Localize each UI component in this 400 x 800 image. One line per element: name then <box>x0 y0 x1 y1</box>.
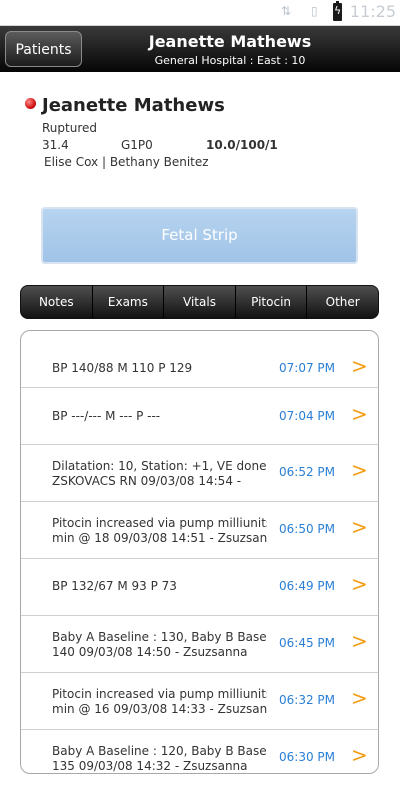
care-providers: Elise Cox | Bethany Benitez <box>44 155 209 169</box>
clock: 11:25 <box>349 2 396 21</box>
patients-back-button[interactable]: Patients <box>5 31 82 67</box>
page-title: Jeanette Mathews <box>148 32 312 51</box>
list-item[interactable]: Baby A Baseline : 120, Baby B Baseline :… <box>21 730 378 773</box>
note-line: Pitocin increased via pump milliunits/ <box>52 687 267 701</box>
chevron-right-icon: > <box>351 743 368 767</box>
note-line: min @ 18 09/03/08 14:51 - Zsuzsanna <box>52 531 267 545</box>
tab-bar: Notes Exams Vitals Pitocin Other <box>20 285 379 319</box>
note-line: BP 140/88 M 110 P 129 <box>52 361 193 375</box>
tab-pitocin[interactable]: Pitocin <box>234 286 307 318</box>
list-item[interactable]: Baby A Baseline : 130, Baby B Baseline :… <box>21 616 378 673</box>
data-transfer-icon: ⇅ <box>281 4 292 18</box>
note-time: 06:45 PM <box>279 636 335 650</box>
chevron-right-icon: > <box>351 572 368 596</box>
page-subtitle: General Hospital : East : 10 <box>154 54 306 67</box>
list-item[interactable]: Pitocin increased via pump milliunits/ m… <box>21 673 378 730</box>
notes-list[interactable]: BP 140/88 M 110 P 129 07:07 PM > BP ---/… <box>20 330 379 774</box>
note-line: ZSKOVACS RN 09/03/08 14:54 - <box>52 474 242 488</box>
tab-exams[interactable]: Exams <box>91 286 164 318</box>
gestational-age: 31.4 <box>42 138 69 152</box>
note-line: Baby A Baseline : 130, Baby B Baseline : <box>52 630 267 644</box>
chevron-right-icon: > <box>351 686 368 710</box>
chevron-right-icon: > <box>351 629 368 653</box>
note-line: BP ---/--- M --- P --- <box>52 409 161 423</box>
list-item[interactable]: BP ---/--- M --- P --- 07:04 PM > <box>21 388 378 445</box>
list-item[interactable]: BP 140/88 M 110 P 129 07:07 PM > <box>21 331 378 388</box>
membrane-status: Ruptured <box>42 121 98 135</box>
note-time: 06:32 PM <box>279 693 335 707</box>
chevron-right-icon: > <box>351 402 368 426</box>
note-time: 06:52 PM <box>279 465 335 479</box>
note-line: BP 132/67 M 93 P 73 <box>52 579 177 593</box>
chevron-right-icon: > <box>351 458 368 482</box>
note-time: 06:50 PM <box>279 522 335 536</box>
battery-icon: ϟ <box>333 1 342 21</box>
note-time: 07:04 PM <box>279 409 335 423</box>
note-time: 06:49 PM <box>279 579 335 593</box>
status-bar: ⇅ ▯ ϟ 11:25 <box>0 0 400 26</box>
tab-notes[interactable]: Notes <box>21 286 92 318</box>
note-time: 07:07 PM <box>279 361 335 375</box>
tab-other[interactable]: Other <box>306 286 378 318</box>
tab-vitals[interactable]: Vitals <box>163 286 235 318</box>
chevron-right-icon: > <box>351 515 368 539</box>
note-line: Pitocin increased via pump milliunits/ <box>52 516 267 530</box>
note-line: min @ 16 09/03/08 14:33 - Zsuzsanna <box>52 702 267 716</box>
note-line: Baby A Baseline : 120, Baby B Baseline : <box>52 744 267 758</box>
status-indicator-icon <box>25 98 36 109</box>
note-line: 140 09/03/08 14:50 - Zsuzsanna <box>52 645 248 659</box>
note-time: 06:30 PM <box>279 750 335 764</box>
chevron-right-icon: > <box>351 354 368 378</box>
note-line: 135 09/03/08 14:32 - Zsuzsanna <box>52 759 248 773</box>
note-line: Dilatation: 10, Station: +1, VE done by: <box>52 459 267 473</box>
list-item[interactable]: Pitocin increased via pump milliunits/ m… <box>21 502 378 559</box>
header-bar: Patients Jeanette Mathews General Hospit… <box>0 26 400 72</box>
list-item[interactable]: Dilatation: 10, Station: +1, VE done by:… <box>21 445 378 502</box>
signal-icon: ▯ <box>311 4 318 18</box>
cervical-exam: 10.0/100/1 <box>206 138 278 152</box>
gravida-para: G1P0 <box>121 138 153 152</box>
list-item[interactable]: BP 132/67 M 93 P 73 06:49 PM > <box>21 559 378 616</box>
fetal-strip-button[interactable]: Fetal Strip <box>41 207 358 264</box>
patient-name: Jeanette Mathews <box>42 95 225 116</box>
